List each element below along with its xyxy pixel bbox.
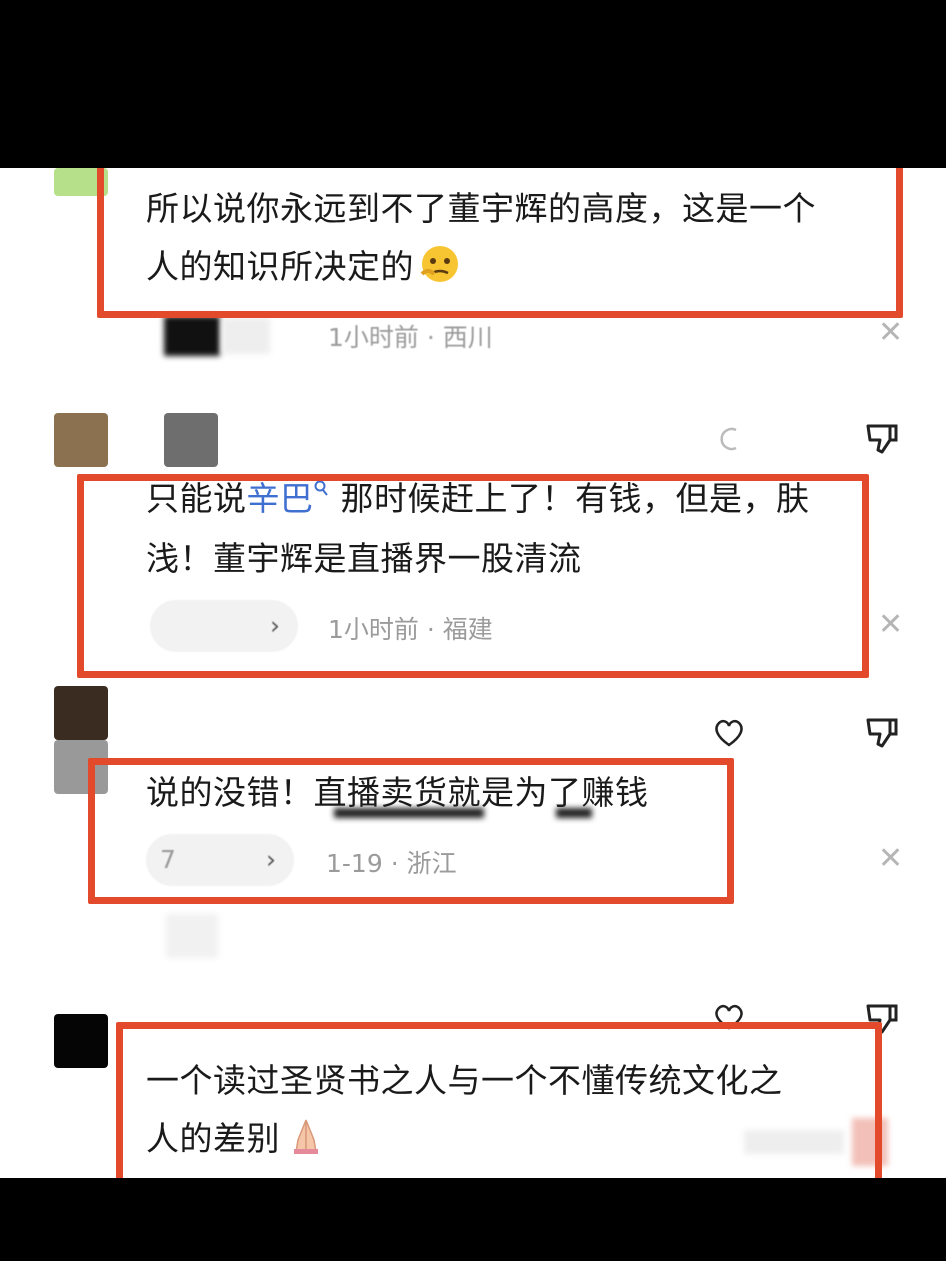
close-icon[interactable]: ✕ — [878, 610, 903, 640]
comment-list: 所以说你永远到不了董宇辉的高度，这是一个 人的知识所决定的 1小时前 · 西川 … — [0, 168, 946, 1178]
meta-separator: · — [426, 323, 435, 352]
close-icon[interactable]: ✕ — [878, 844, 903, 874]
like-icon[interactable] — [712, 718, 746, 748]
like-icon[interactable] — [714, 424, 744, 454]
comment-meta: 1小时前 · 西川 — [328, 318, 493, 354]
avatar[interactable] — [164, 413, 218, 467]
avatar[interactable] — [54, 1014, 108, 1068]
reply-pill[interactable] — [222, 318, 270, 354]
avatar-small — [164, 316, 220, 356]
avatar[interactable] — [54, 413, 108, 467]
avatar[interactable] — [54, 686, 108, 740]
dislike-icon[interactable] — [864, 714, 900, 750]
highlight-box — [97, 168, 903, 318]
highlight-box — [77, 474, 869, 678]
highlight-box — [116, 1022, 882, 1178]
dislike-icon[interactable] — [864, 420, 900, 456]
bottom-bar — [0, 1178, 946, 1261]
highlight-box — [88, 758, 734, 904]
avatar-small — [166, 914, 218, 958]
comment-time: 1小时前 — [328, 323, 419, 352]
close-icon[interactable]: ✕ — [878, 318, 903, 348]
comment-location: 西川 — [442, 323, 493, 352]
